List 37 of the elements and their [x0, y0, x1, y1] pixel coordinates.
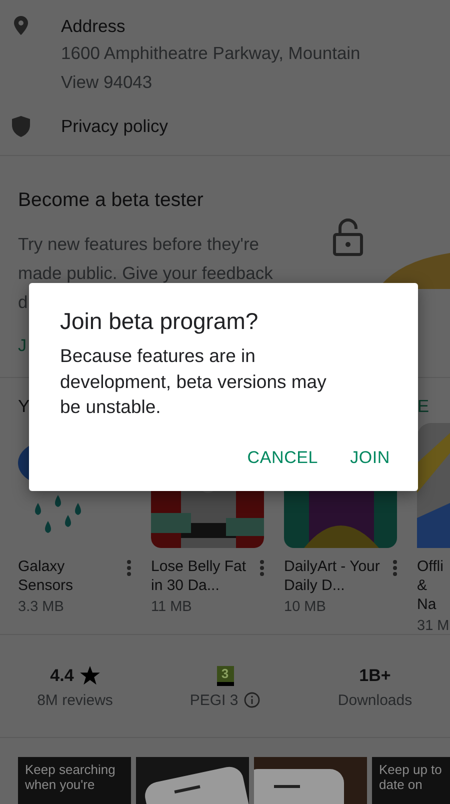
app-size: 10 MB [284, 599, 327, 615]
location-pin-icon [14, 16, 28, 35]
address-text: 1600 Amphitheatre Parkway, Mountain View 94043 [61, 42, 362, 94]
join-button[interactable]: J [18, 336, 26, 356]
info-icon[interactable] [244, 692, 260, 708]
more-options-icon[interactable] [260, 560, 264, 576]
stat-caption: PEGI 3 [190, 692, 238, 708]
app-name[interactable]: Lose Belly Fat in 30 Da... [151, 557, 247, 595]
app-name[interactable]: DailyArt - Your Daily D... [284, 557, 380, 595]
dialog-message: Because features are in development, beta versions may be unstable. [60, 344, 328, 419]
map-icon [417, 423, 450, 548]
app-size: 31 M [417, 618, 450, 634]
shield-icon [12, 116, 30, 137]
downloads-value: 1B+ [359, 666, 391, 686]
screenshot-caption: Keep up to date on [379, 762, 443, 792]
app-size: 3.3 MB [18, 599, 65, 615]
section-title: Become a beta tester [18, 188, 204, 213]
screenshot[interactable]: Keep searching when you're [18, 757, 131, 804]
pegi-badge: 3 [216, 666, 234, 686]
stat-caption: 8M reviews [37, 692, 113, 708]
app-name[interactable]: Galaxy Sensors [18, 557, 114, 595]
screenshot-caption: Keep searching when you're [25, 762, 116, 792]
section-title: Y [18, 396, 30, 416]
more-link[interactable]: E [417, 396, 429, 416]
unlocked-padlock-icon [333, 218, 363, 256]
more-options-icon[interactable] [127, 560, 131, 576]
join-button[interactable]: JOIN [340, 440, 400, 476]
privacy-policy-link[interactable]: Privacy policy [61, 114, 168, 139]
star-icon [80, 666, 100, 685]
more-options-icon[interactable] [393, 560, 397, 576]
stat-caption: Downloads [338, 692, 412, 708]
screenshot[interactable]: Keep up to date on [372, 757, 450, 804]
cancel-button[interactable]: CANCEL [237, 440, 328, 476]
app-size: 11 MB [151, 599, 193, 615]
rating-value: 4.4 [50, 666, 74, 686]
address-label: Address [61, 15, 126, 38]
app-name[interactable]: Offli & Na [417, 557, 450, 614]
